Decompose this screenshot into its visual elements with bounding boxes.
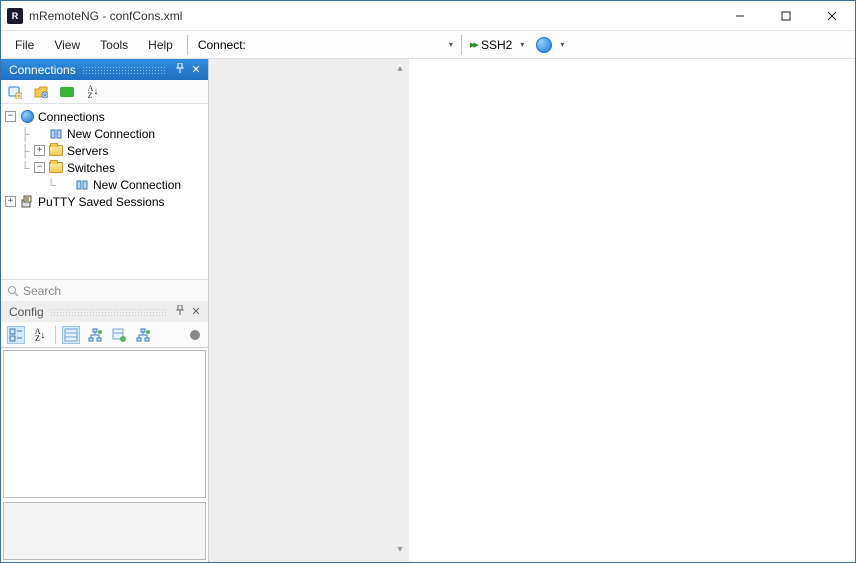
connections-tree[interactable]: − Connections ├ New Connection ├ + Serve… — [1, 104, 208, 279]
folder-icon — [48, 160, 64, 176]
minimize-button[interactable] — [717, 1, 763, 31]
new-connection-icon[interactable] — [7, 84, 23, 100]
expander-icon[interactable]: + — [5, 196, 16, 207]
toolbar-divider — [55, 326, 56, 344]
protocol-dropdown-icon: ▾ — [516, 40, 528, 49]
sort-icon[interactable]: AZ ↓ — [85, 84, 101, 100]
pin-icon[interactable] — [172, 305, 188, 318]
panel-grip — [50, 308, 166, 316]
panel-close-icon[interactable]: ✕ — [188, 63, 204, 76]
default-properties-icon[interactable] — [110, 326, 128, 344]
new-folder-icon[interactable] — [33, 84, 49, 100]
play-icon: ▸▸ — [470, 38, 477, 51]
left-pane: Connections ✕ AZ ↓ — [1, 59, 209, 562]
tree-node-putty[interactable]: + PuTTY Saved Sessions — [5, 193, 208, 210]
menu-separator-2 — [461, 35, 462, 55]
alphabetical-icon[interactable]: AZ ↓ — [31, 326, 49, 344]
menu-separator — [187, 35, 188, 55]
protocol-label: SSH2 — [481, 38, 512, 52]
config-toolbar: AZ ↓ — [1, 322, 208, 348]
config-description-box — [3, 502, 206, 560]
inheritance-icon[interactable] — [86, 326, 104, 344]
expander-icon[interactable]: + — [34, 145, 45, 156]
menubar: File View Tools Help Connect: ▾ ▸▸ SSH2 … — [1, 31, 855, 59]
putty-icon — [19, 194, 35, 210]
close-button[interactable] — [809, 1, 855, 31]
default-inheritance-icon[interactable] — [134, 326, 152, 344]
window-title: mRemoteNG - confCons.xml — [29, 9, 182, 23]
maximize-button[interactable] — [763, 1, 809, 31]
expander-icon[interactable]: − — [34, 162, 45, 173]
config-panel-title: Config — [9, 305, 44, 319]
main-area: Connections ✕ AZ ↓ — [1, 59, 855, 562]
tree-label: New Connection — [93, 178, 181, 192]
scroll-up-icon[interactable]: ▴ — [393, 63, 407, 77]
config-panel-header[interactable]: Config ✕ — [1, 301, 208, 322]
categorized-icon[interactable] — [7, 326, 25, 344]
tree-label: New Connection — [67, 127, 155, 141]
protocol-selector[interactable]: ▸▸ SSH2 ▾ — [466, 36, 532, 54]
connection-icon — [48, 126, 64, 142]
panel-grip — [82, 66, 166, 74]
connection-viewport — [409, 59, 855, 562]
tree-node-new-connection-2[interactable]: └ New Connection — [5, 176, 208, 193]
menu-tools[interactable]: Tools — [90, 34, 138, 56]
connect-input[interactable] — [250, 35, 445, 55]
tree-label: Switches — [67, 161, 115, 175]
tree-node-new-connection[interactable]: ├ New Connection — [5, 125, 208, 142]
tree-label: Connections — [38, 110, 105, 124]
menu-file[interactable]: File — [5, 34, 44, 56]
scroll-down-icon[interactable]: ▾ — [393, 544, 407, 558]
titlebar: R mRemoteNG - confCons.xml — [1, 1, 855, 31]
menu-help[interactable]: Help — [138, 34, 183, 56]
search-icon — [7, 285, 19, 297]
globe-icon — [536, 37, 552, 53]
content-area: ▴ ▾ — [209, 59, 855, 562]
pin-icon[interactable] — [172, 63, 188, 76]
connection-icon — [74, 177, 90, 193]
expander-icon[interactable]: − — [5, 111, 16, 122]
status-dot-icon — [190, 330, 200, 340]
web-selector[interactable]: ▾ — [532, 35, 572, 55]
tree-root[interactable]: − Connections — [5, 108, 208, 125]
tree-label: PuTTY Saved Sessions — [38, 195, 165, 209]
web-dropdown-icon: ▾ — [556, 40, 568, 49]
tree-node-servers[interactable]: ├ + Servers — [5, 142, 208, 159]
tree-label: Servers — [67, 144, 108, 158]
connect-icon[interactable] — [59, 84, 75, 100]
config-panel: AZ ↓ — [1, 322, 208, 562]
panel-close-icon[interactable]: ✕ — [188, 305, 204, 318]
connect-label: Connect: — [192, 34, 250, 56]
connections-panel-title: Connections — [9, 63, 76, 77]
app-icon: R — [7, 8, 23, 24]
config-property-grid[interactable] — [3, 350, 206, 498]
globe-icon — [19, 109, 35, 125]
connections-panel-header[interactable]: Connections ✕ — [1, 59, 208, 80]
connections-toolbar: AZ ↓ — [1, 80, 208, 104]
search-placeholder: Search — [23, 284, 61, 298]
tree-node-switches[interactable]: └ − Switches — [5, 159, 208, 176]
menu-view[interactable]: View — [44, 34, 90, 56]
search-box[interactable]: Search — [1, 279, 208, 301]
folder-icon — [48, 143, 64, 159]
properties-icon[interactable] — [62, 326, 80, 344]
connect-dropdown[interactable]: ▾ — [445, 40, 457, 49]
